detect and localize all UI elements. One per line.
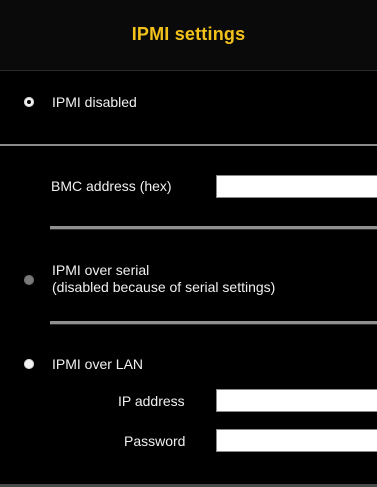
ipmi-over-lan-label: IPMI over LAN	[52, 356, 144, 372]
ip-address-input[interactable]	[216, 389, 377, 412]
password-label: Password	[124, 433, 186, 449]
ipmi-over-serial-radio	[24, 275, 34, 285]
settings-header: IPMI settings	[0, 0, 377, 71]
bmc-address-input[interactable]	[216, 175, 377, 198]
ipmi-over-lan-radio[interactable]	[24, 359, 34, 369]
section-divider	[0, 144, 377, 146]
ipmi-disabled-label: IPMI disabled	[52, 94, 137, 110]
ipmi-over-serial-title: IPMI over serial	[52, 262, 150, 278]
password-input[interactable]	[216, 429, 377, 452]
ipmi-over-serial-note: (disabled because of serial settings)	[52, 279, 276, 295]
section-divider	[50, 226, 377, 230]
ip-address-label: IP address	[118, 393, 185, 409]
bmc-address-label: BMC address (hex)	[51, 178, 172, 194]
page-title: IPMI settings	[131, 24, 246, 44]
section-divider	[50, 321, 377, 325]
ipmi-disabled-radio[interactable]	[24, 97, 34, 107]
ipmi-over-serial-label: IPMI over serial (disabled because of se…	[52, 262, 275, 296]
